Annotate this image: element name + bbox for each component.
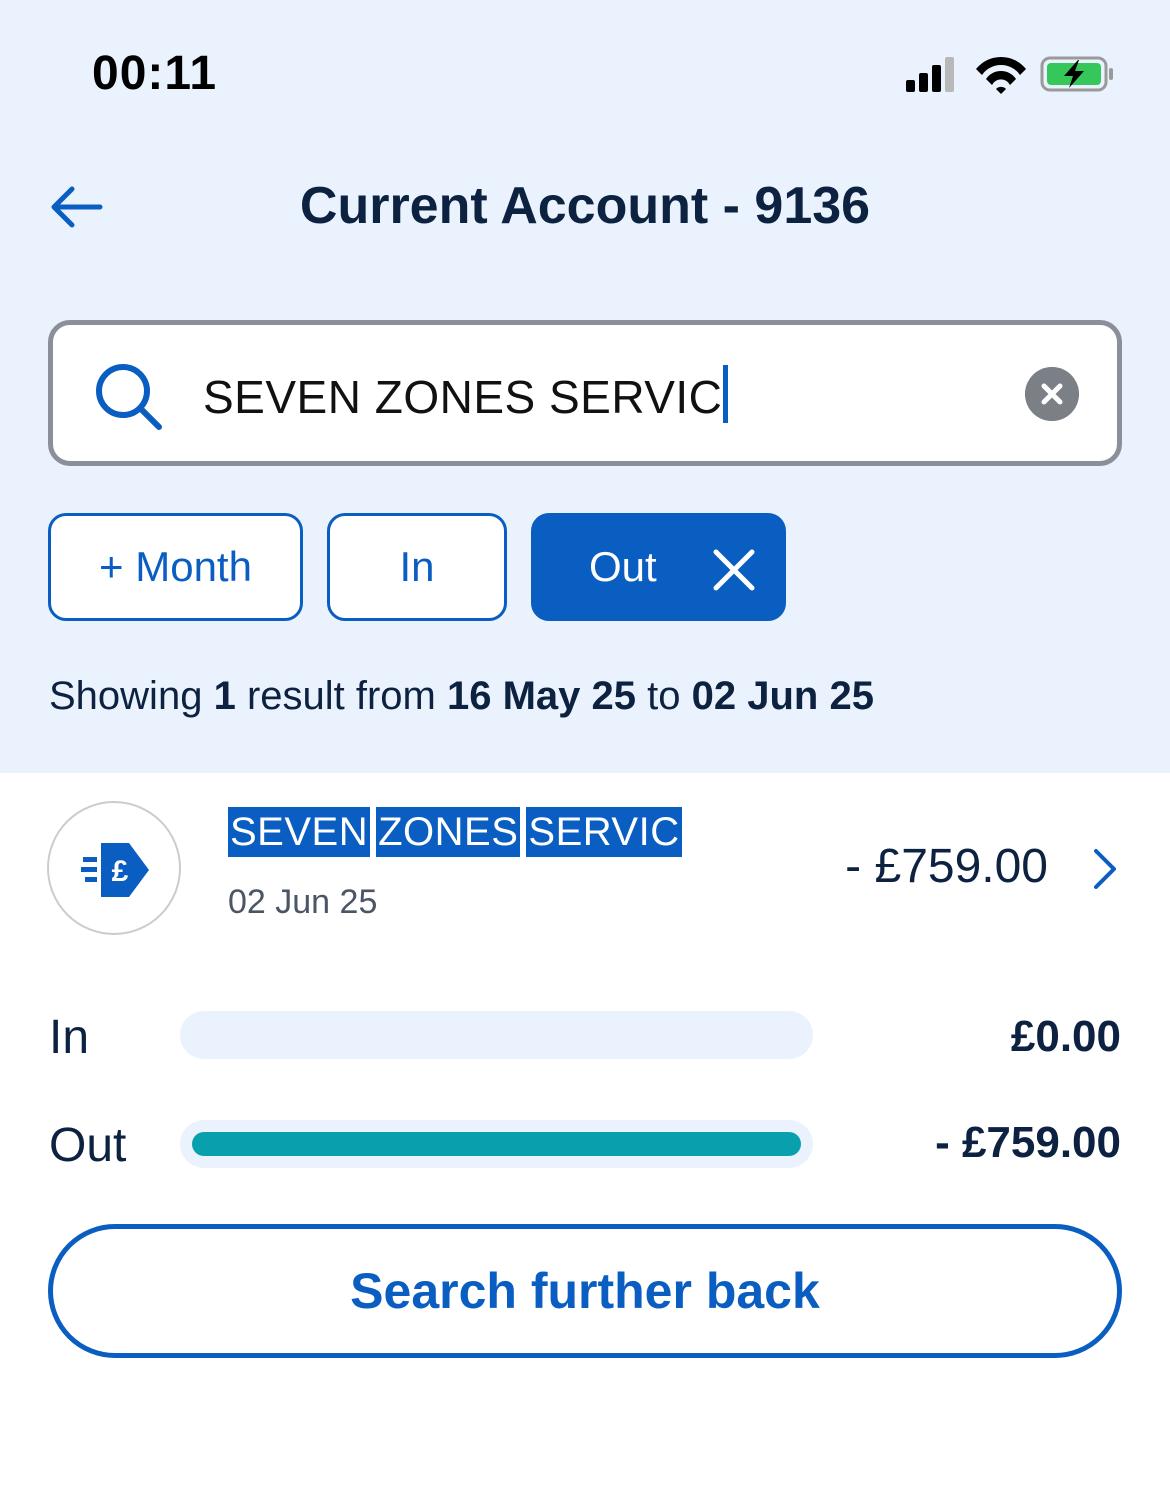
search-input-value[interactable]: SEVEN ZONES SERVIC: [203, 365, 729, 424]
filter-out-button[interactable]: Out: [531, 513, 786, 621]
remove-filter-icon[interactable]: [712, 548, 756, 592]
signal-icon: [906, 57, 954, 92]
transaction-amount: - £759.00: [845, 840, 1048, 893]
transaction-name: SEVEN ZONES SERVIC: [228, 807, 688, 865]
status-icons: [906, 56, 1113, 94]
in-total: £0.00: [1010, 1012, 1121, 1061]
out-label: Out: [49, 1119, 127, 1172]
summary-from-date: 16 May 25: [447, 674, 637, 718]
search-input[interactable]: SEVEN ZONES SERVIC: [48, 320, 1122, 466]
summary-count: 1: [213, 674, 236, 718]
summary-middle: result from: [246, 674, 436, 718]
in-bar-track: [180, 1011, 813, 1059]
svg-text:£: £: [112, 855, 129, 888]
summary-to-word: to: [647, 674, 681, 718]
pound-transfer-icon: £: [81, 843, 149, 897]
filter-out-label: Out: [589, 543, 657, 590]
clear-search-icon[interactable]: [1025, 367, 1079, 421]
highlight-word: SEVEN: [228, 807, 371, 857]
in-label: In: [49, 1011, 90, 1064]
transaction-date: 02 Jun 25: [228, 883, 378, 921]
search-query-text: SEVEN ZONES SERVIC: [203, 371, 723, 423]
header-area: 00:11 Current Account - 9136 SEVEN ZONES…: [0, 0, 1170, 773]
out-bar-fill: [192, 1132, 801, 1156]
battery-icon: [1040, 56, 1113, 92]
results-summary: Showing 1 result from 16 May 25 to 02 Ju…: [49, 674, 874, 719]
search-further-back-button[interactable]: Search further back: [48, 1224, 1122, 1358]
filter-month-button[interactable]: + Month: [48, 513, 303, 621]
out-total: - £759.00: [935, 1118, 1121, 1167]
highlight-word: SERVIC: [526, 807, 682, 857]
page-title: Current Account - 9136: [299, 177, 871, 235]
wifi-icon: [976, 56, 1026, 94]
summary-to-date: 02 Jun 25: [691, 674, 874, 718]
status-time: 00:11: [92, 47, 218, 100]
chevron-right-icon[interactable]: [1090, 847, 1120, 891]
transaction-row[interactable]: £ SEVEN ZONES SERVIC 02 Jun 25 - £759.00: [0, 773, 1170, 963]
search-icon: [96, 364, 162, 430]
text-caret: [723, 365, 729, 423]
filter-in-button[interactable]: In: [327, 513, 507, 621]
transaction-avatar: £: [47, 801, 181, 935]
highlight-word: ZONES: [376, 807, 521, 857]
out-bar-track: [180, 1120, 813, 1168]
summary-prefix: Showing: [49, 674, 203, 718]
